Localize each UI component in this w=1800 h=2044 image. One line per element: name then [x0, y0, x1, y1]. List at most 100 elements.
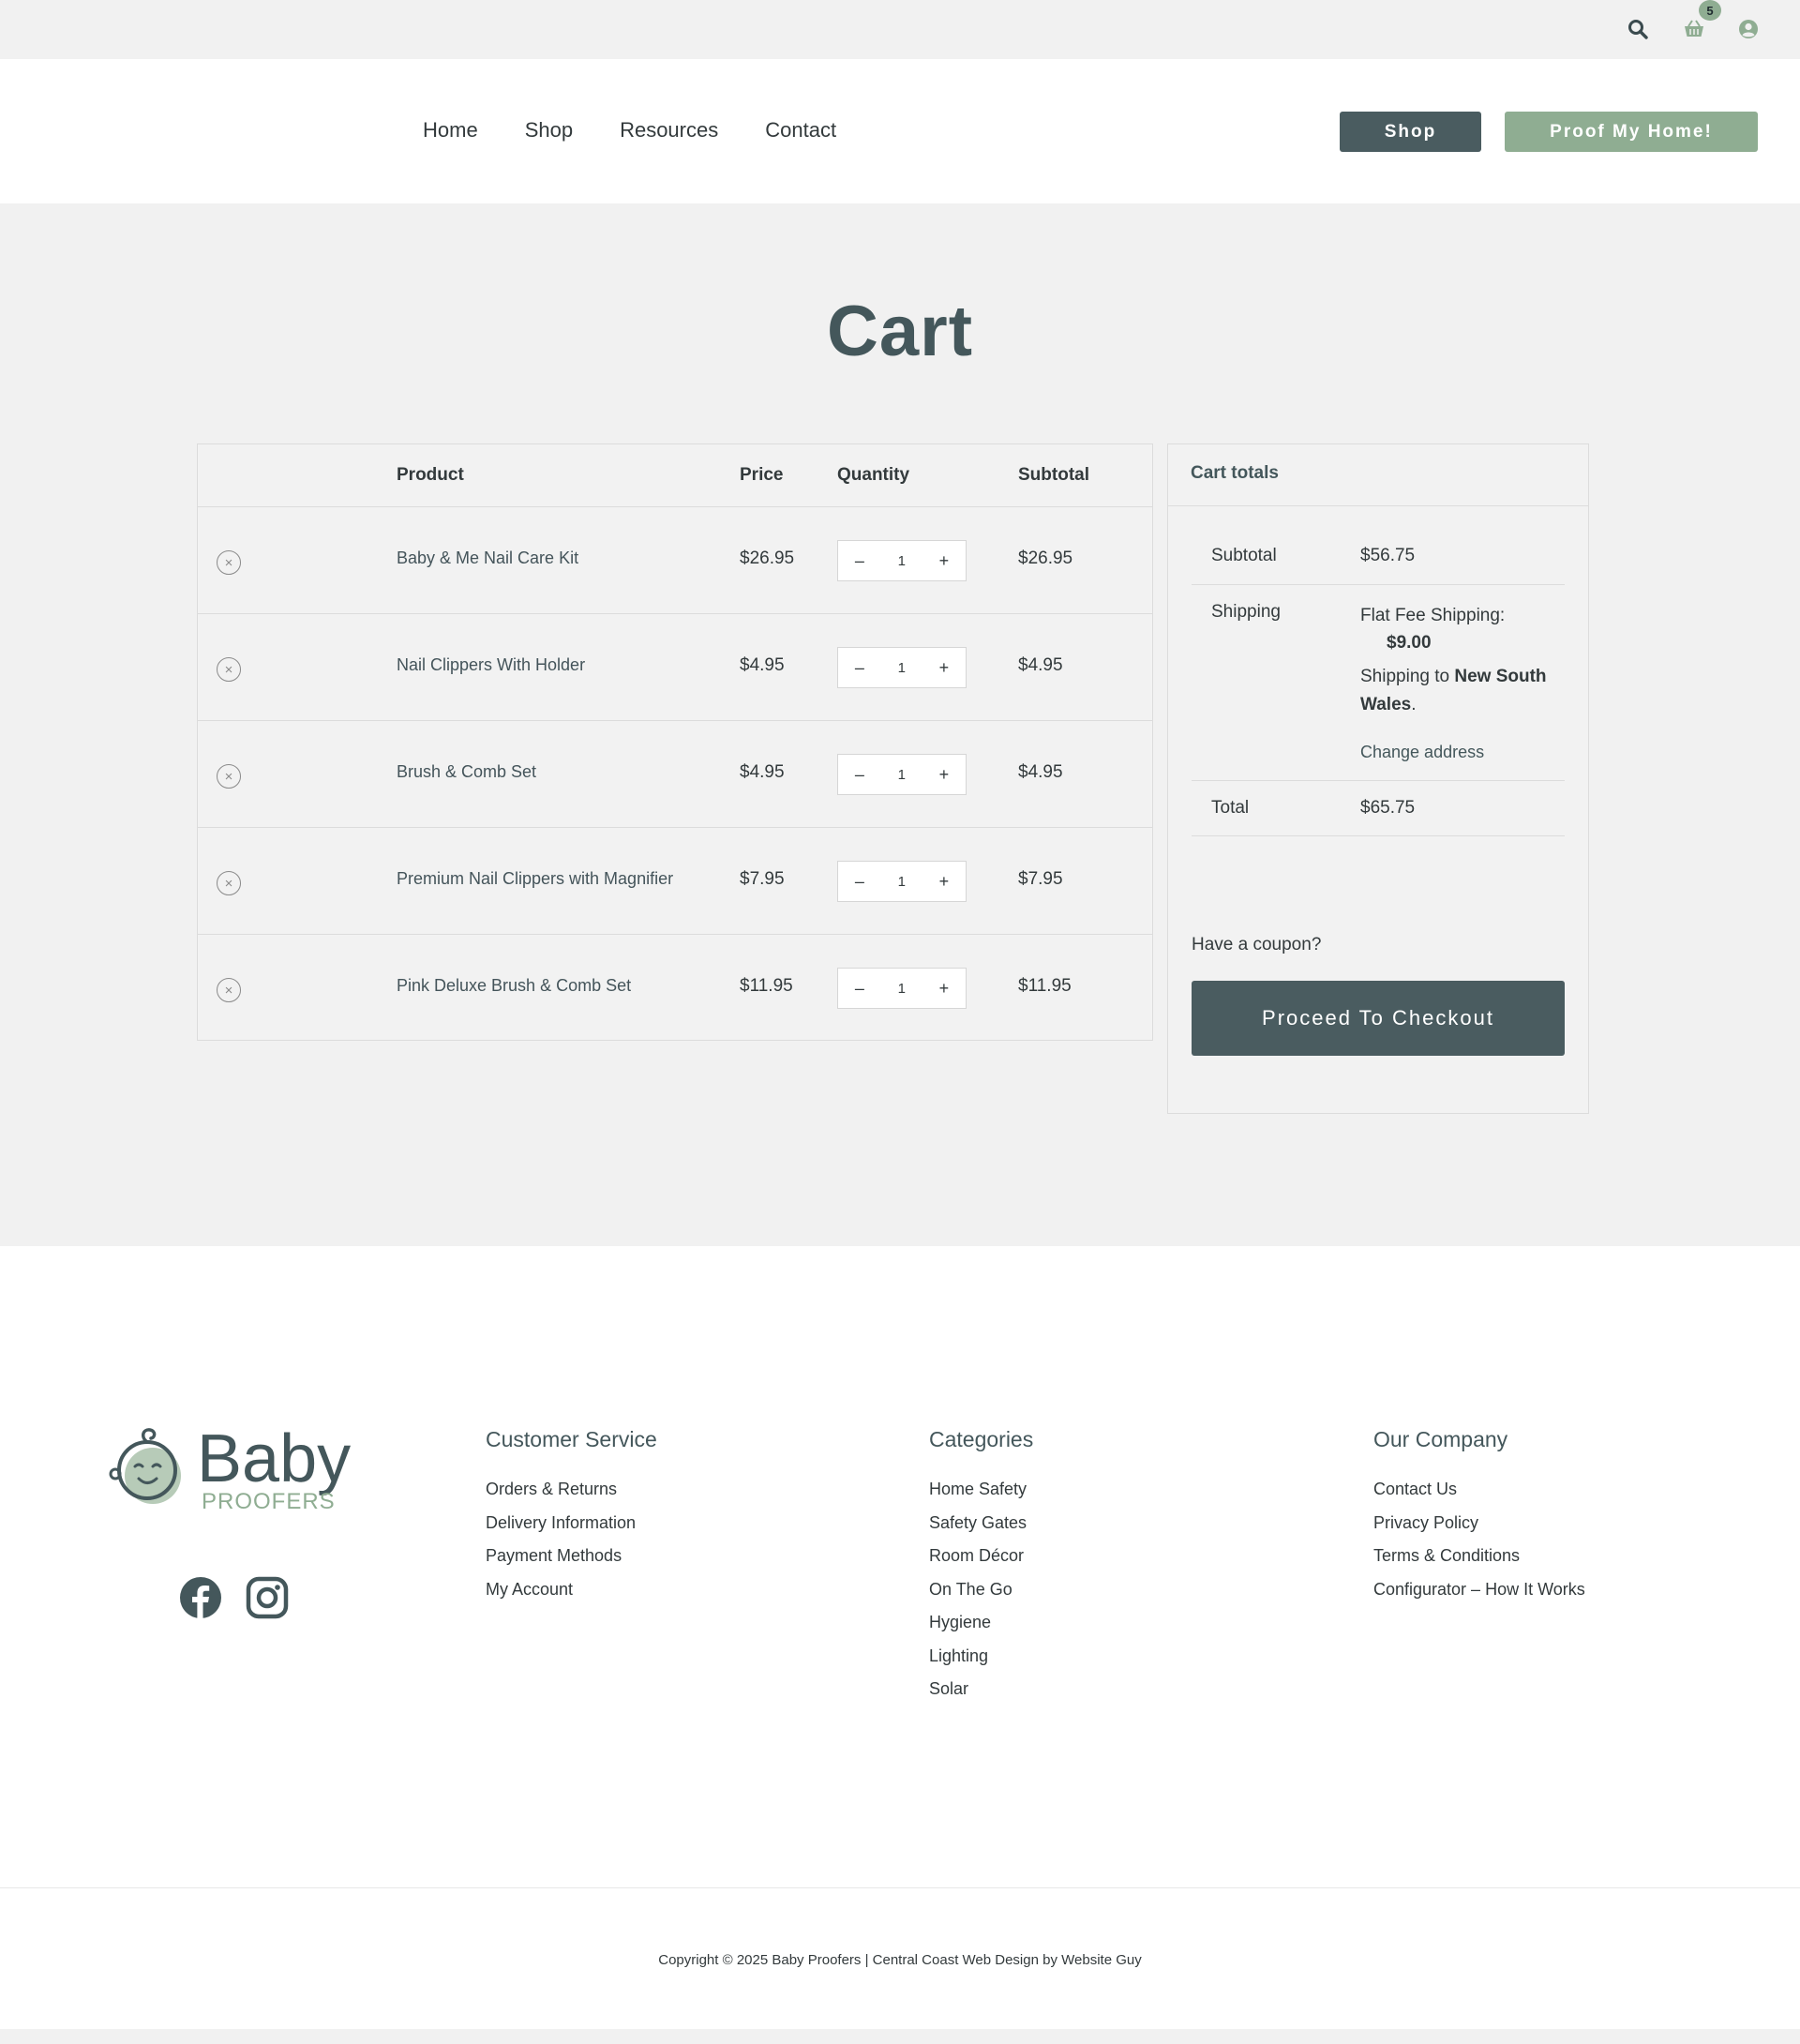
- cart-row: × Baby & Me Nail Care Kit $26.95 – 1 + $…: [198, 506, 1152, 613]
- qty-input[interactable]: 1: [898, 553, 906, 569]
- product-subtotal: $4.95: [1018, 762, 1063, 782]
- shipping-price: $9.00: [1387, 633, 1432, 653]
- remove-item-icon[interactable]: ×: [217, 657, 241, 682]
- qty-increase-button[interactable]: +: [939, 872, 950, 892]
- remove-item-icon[interactable]: ×: [217, 871, 241, 895]
- site-footer: Baby PROOFERS Customer Service Orders & …: [0, 1246, 1800, 2029]
- quantity-stepper: – 1 +: [837, 861, 967, 902]
- footer-column-categories: Categories Home Safety Safety Gates Room…: [929, 1427, 1033, 1706]
- footer-column-customer-service: Customer Service Orders & Returns Delive…: [486, 1427, 657, 1606]
- product-name[interactable]: Nail Clippers With Holder: [397, 655, 585, 675]
- quantity-stepper: – 1 +: [837, 754, 967, 795]
- footer-link[interactable]: Privacy Policy: [1373, 1507, 1585, 1541]
- qty-decrease-button[interactable]: –: [855, 979, 864, 999]
- shipping-label: Shipping: [1211, 602, 1281, 622]
- remove-item-icon[interactable]: ×: [217, 764, 241, 789]
- footer-link[interactable]: Home Safety: [929, 1473, 1033, 1507]
- product-price: $7.95: [740, 869, 785, 889]
- shipping-to-prefix: Shipping to: [1360, 667, 1450, 686]
- column-header-price: Price: [740, 465, 784, 485]
- footer-link[interactable]: Lighting: [929, 1640, 1033, 1674]
- instagram-icon[interactable]: [246, 1576, 289, 1619]
- nav-resources[interactable]: Resources: [620, 118, 718, 143]
- column-header-product: Product: [397, 465, 464, 485]
- footer-link[interactable]: Terms & Conditions: [1373, 1540, 1585, 1573]
- shipping-method: Flat Fee Shipping:: [1360, 606, 1506, 625]
- footer-link[interactable]: Safety Gates: [929, 1507, 1033, 1541]
- nav-home[interactable]: Home: [423, 118, 478, 143]
- footer-link[interactable]: My Account: [486, 1573, 657, 1607]
- remove-item-icon[interactable]: ×: [217, 978, 241, 1002]
- subtotal-value: $56.75: [1360, 546, 1416, 565]
- qty-decrease-button[interactable]: –: [855, 872, 864, 892]
- footer-link[interactable]: Delivery Information: [486, 1507, 657, 1541]
- product-subtotal: $26.95: [1018, 549, 1073, 568]
- footer-link[interactable]: Orders & Returns: [486, 1473, 657, 1507]
- coupon-link[interactable]: Have a coupon?: [1192, 935, 1321, 955]
- footer-link[interactable]: Solar: [929, 1673, 1033, 1706]
- cart-row: × Brush & Comb Set $4.95 – 1 + $4.95: [198, 720, 1152, 827]
- footer-heading: Customer Service: [486, 1427, 657, 1451]
- facebook-icon[interactable]: [179, 1576, 222, 1619]
- subtotal-label: Subtotal: [1211, 546, 1277, 565]
- footer-link[interactable]: Room Décor: [929, 1540, 1033, 1573]
- qty-increase-button[interactable]: +: [939, 551, 950, 571]
- footer-link[interactable]: Hygiene: [929, 1606, 1033, 1640]
- qty-input[interactable]: 1: [898, 767, 906, 783]
- quantity-stepper: – 1 +: [837, 968, 967, 1009]
- nav-shop[interactable]: Shop: [525, 118, 573, 143]
- logo-subtext: PROOFERS: [202, 1489, 336, 1514]
- cart-row: × Nail Clippers With Holder $4.95 – 1 + …: [198, 613, 1152, 720]
- product-name[interactable]: Baby & Me Nail Care Kit: [397, 549, 578, 568]
- shipping-to-suffix: .: [1411, 695, 1417, 714]
- cart-totals-heading: Cart totals: [1191, 463, 1279, 483]
- footer-link[interactable]: Configurator – How It Works: [1373, 1573, 1585, 1607]
- product-price: $26.95: [740, 549, 795, 568]
- cart-totals-panel: Cart totals Subtotal $56.75 Shipping Fla…: [1167, 443, 1589, 1114]
- change-address-link[interactable]: Change address: [1360, 743, 1484, 762]
- remove-item-icon[interactable]: ×: [217, 550, 241, 575]
- main-nav: Home Shop Resources Contact: [423, 118, 836, 143]
- utility-bar: 5: [0, 0, 1800, 59]
- shipping-destination: Shipping to New South Wales.: [1360, 663, 1548, 719]
- site-header: Home Shop Resources Contact Shop Proof M…: [0, 59, 1800, 203]
- qty-increase-button[interactable]: +: [939, 979, 950, 999]
- product-name[interactable]: Brush & Comb Set: [397, 762, 536, 782]
- qty-input[interactable]: 1: [898, 874, 906, 890]
- product-name[interactable]: Pink Deluxe Brush & Comb Set: [397, 976, 631, 996]
- nav-contact[interactable]: Contact: [765, 118, 836, 143]
- product-price: $4.95: [740, 762, 785, 782]
- footer-link[interactable]: On The Go: [929, 1573, 1033, 1607]
- footer-heading: Categories: [929, 1427, 1034, 1451]
- shop-button[interactable]: Shop: [1340, 112, 1481, 152]
- qty-decrease-button[interactable]: –: [855, 765, 864, 785]
- column-header-subtotal: Subtotal: [1018, 465, 1089, 485]
- qty-input[interactable]: 1: [898, 981, 906, 997]
- search-icon[interactable]: [1624, 15, 1652, 43]
- product-price: $11.95: [740, 976, 793, 996]
- total-label: Total: [1211, 798, 1250, 818]
- footer-heading: Our Company: [1373, 1427, 1508, 1451]
- product-price: $4.95: [740, 655, 785, 675]
- proceed-to-checkout-button[interactable]: Proceed To Checkout: [1192, 981, 1565, 1056]
- product-name[interactable]: Premium Nail Clippers with Magnifier: [397, 869, 673, 889]
- baby-proofers-logo[interactable]: Baby PROOFERS: [105, 1420, 368, 1514]
- footer-link[interactable]: Contact Us: [1373, 1473, 1585, 1507]
- quantity-stepper: – 1 +: [837, 647, 967, 688]
- proof-my-home-button[interactable]: Proof My Home!: [1505, 112, 1758, 152]
- footer-column-our-company: Our Company Contact Us Privacy Policy Te…: [1373, 1427, 1585, 1606]
- qty-decrease-button[interactable]: –: [855, 658, 864, 678]
- qty-input[interactable]: 1: [898, 660, 906, 676]
- footer-link[interactable]: Payment Methods: [486, 1540, 657, 1573]
- cart-row: × Pink Deluxe Brush & Comb Set $11.95 – …: [198, 934, 1152, 1041]
- qty-increase-button[interactable]: +: [939, 765, 950, 785]
- page-title: Cart: [826, 292, 974, 371]
- cart-row: × Premium Nail Clippers with Magnifier $…: [198, 827, 1152, 934]
- product-subtotal: $7.95: [1018, 869, 1063, 889]
- qty-decrease-button[interactable]: –: [855, 551, 864, 571]
- cart-table: Product Price Quantity Subtotal × Baby &…: [197, 443, 1153, 1041]
- user-circle-icon[interactable]: [1734, 15, 1762, 43]
- product-subtotal: $11.95: [1018, 976, 1072, 996]
- cart-count-badge: 5: [1699, 0, 1721, 21]
- qty-increase-button[interactable]: +: [939, 658, 950, 678]
